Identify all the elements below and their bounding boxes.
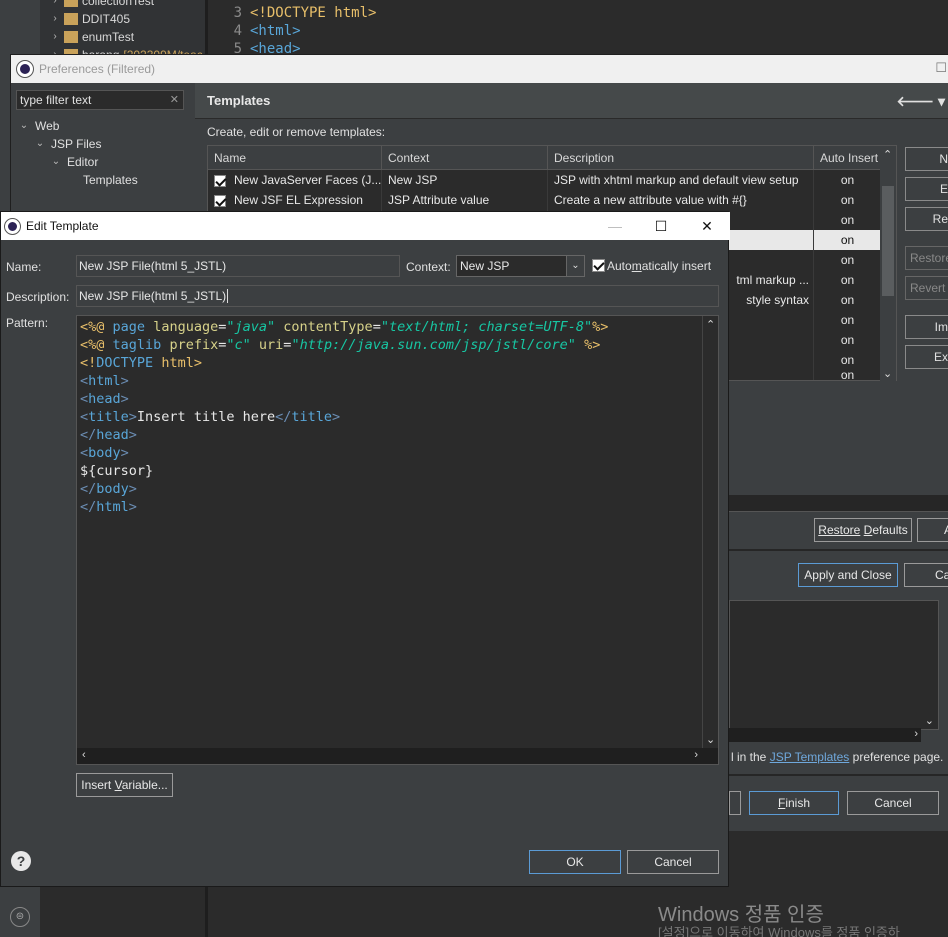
scroll-up-icon[interactable]: ⌃ (706, 318, 715, 331)
apply-and-close-button[interactable]: Apply and Close (798, 563, 898, 587)
revert-button[interactable]: Revert (905, 276, 948, 300)
scroll-right-icon[interactable]: › (694, 749, 698, 761)
context-select[interactable]: New JSP ⌄ (456, 255, 585, 277)
table-row[interactable]: New JavaServer Faces (J... New JSP JSP w… (208, 170, 882, 190)
minimize-icon[interactable]: — (592, 212, 638, 240)
scroll-down-icon[interactable]: ⌄ (883, 367, 892, 380)
auto-insert-checkbox[interactable] (592, 259, 605, 272)
project-explorer: ›collectionTest ›DDIT405 ›enumTest ›hara… (40, 0, 208, 62)
scroll-right-icon[interactable]: › (914, 728, 918, 740)
pattern-vscrollbar[interactable]: ⌃ ⌄ (702, 316, 718, 748)
remove-button[interactable]: Re (905, 207, 948, 231)
line-number: 4 (233, 23, 242, 39)
dialog-title: Edit Template (26, 219, 99, 233)
apply-button[interactable]: A (917, 518, 948, 542)
maximize-icon[interactable]: ☐ (935, 60, 947, 76)
column-context[interactable]: Context (382, 146, 548, 170)
jsp-templates-link[interactable]: JSP Templates (770, 750, 850, 764)
new-button[interactable]: N (905, 147, 948, 171)
status-icon[interactable]: ⊜ (10, 907, 30, 927)
table-header: Name Context Description Auto Insert (208, 146, 882, 170)
description-input[interactable]: New JSP File(html 5_JSTL) (76, 285, 719, 307)
export-button[interactable]: Ex (905, 345, 948, 369)
back-arrow-icon[interactable]: 🡐 ▾ (897, 93, 945, 110)
finish-button[interactable]: Finish (749, 791, 839, 815)
column-name[interactable]: Name (208, 146, 382, 170)
preferences-title: Preferences (Filtered) (39, 62, 156, 76)
tree-item-editor[interactable]: ⌄ Editor (19, 153, 138, 171)
eclipse-icon (4, 217, 21, 235)
tree-item-templates[interactable]: Templates (19, 171, 138, 189)
windows-activation-subtitle: [설정]으로 이동하여 Windows를 정품 인증하 (658, 925, 900, 937)
name-label: Name: (6, 260, 42, 274)
separator (729, 774, 948, 776)
scrollbar-thumb[interactable] (882, 186, 894, 296)
name-input[interactable]: New JSP File(html 5_JSTL) (76, 255, 400, 277)
code-text: <html> (250, 23, 301, 39)
chevron-down-icon[interactable]: ⌄ (566, 256, 584, 276)
pattern-editor[interactable]: <%@ page language="java" contentType="te… (76, 315, 719, 765)
checkbox[interactable] (214, 194, 226, 207)
project-item[interactable]: › collectionTest (50, 0, 203, 10)
cancel-button[interactable]: Cancel (627, 850, 719, 874)
tree-item-jsp-files[interactable]: ⌄ JSP Files (19, 135, 138, 153)
code-text: <!DOCTYPE html> (250, 5, 377, 21)
column-description[interactable]: Description (548, 146, 814, 170)
scroll-down-icon[interactable]: ⌄ (925, 714, 934, 727)
code-editor[interactable]: 3 <!DOCTYPE html> 4 <html> 5 <head> (208, 0, 948, 60)
pattern-label: Pattern: (6, 316, 49, 330)
restore-button[interactable]: Restore (905, 246, 948, 270)
checkbox[interactable] (214, 174, 226, 187)
column-auto-insert[interactable]: Auto Insert (814, 146, 882, 170)
maximize-icon[interactable]: ☐ (638, 212, 684, 240)
wizard-preview: ⌄ (729, 600, 939, 730)
line-number: 3 (233, 5, 242, 21)
clear-filter-icon[interactable]: ✕ (170, 91, 179, 109)
wizard-cancel-button[interactable]: Cancel (847, 791, 939, 815)
edit-template-dialog: Edit Template — ☐ ✕ Name: New JSP File(h… (0, 211, 730, 887)
page-header: Templates 🡐 ▾ (195, 83, 948, 119)
import-button[interactable]: Im (905, 315, 948, 339)
page-subtitle: Create, edit or remove templates: (207, 125, 386, 139)
wizard-hscroll[interactable]: › (729, 728, 921, 742)
tree-item-web[interactable]: ⌄ Web (19, 117, 138, 135)
templates-link-text: l in the JSP Templates preference page. (731, 750, 944, 764)
scroll-up-icon[interactable]: ⌃ (883, 148, 892, 161)
eclipse-icon (16, 60, 34, 78)
chevron-down-icon: ⌄ (51, 156, 61, 167)
cancel-button[interactable]: Ca (904, 563, 948, 587)
scroll-down-icon[interactable]: ⌄ (706, 733, 715, 746)
edit-button[interactable]: E (905, 177, 948, 201)
scroll-left-icon[interactable]: ‹ (82, 749, 86, 761)
wizard-page: ⌄ › l in the JSP Templates preference pa… (729, 600, 948, 830)
text-cursor (227, 289, 229, 303)
insert-variable-button[interactable]: Insert Variable... (76, 773, 173, 797)
preferences-titlebar[interactable]: Preferences (Filtered) ☐ (11, 55, 948, 83)
ok-button[interactable]: OK (529, 850, 621, 874)
pattern-code[interactable]: <%@ page language="java" contentType="te… (80, 318, 608, 516)
project-item[interactable]: › DDIT405 (50, 10, 203, 28)
table-scrollbar[interactable]: ⌃ ⌄ (880, 146, 896, 382)
chevron-down-icon: ⌄ (35, 138, 45, 149)
chevron-down-icon: ⌄ (19, 120, 29, 131)
auto-insert-label[interactable]: Automatically insert (607, 259, 711, 273)
table-row[interactable]: New JSF EL Expression JSP Attribute valu… (208, 190, 882, 210)
filter-input[interactable]: type filter text ✕ (16, 90, 184, 110)
close-icon[interactable]: ✕ (684, 212, 730, 240)
help-icon[interactable]: ? (11, 851, 31, 871)
description-label: Description: (6, 290, 70, 304)
restore-defaults-button[interactable]: Restore Defaults (814, 518, 912, 542)
project-item[interactable]: › enumTest (50, 28, 203, 46)
context-label: Context: (406, 260, 451, 274)
pattern-hscrollbar[interactable]: ‹ › (77, 748, 718, 764)
next-button-partial[interactable] (729, 791, 741, 815)
